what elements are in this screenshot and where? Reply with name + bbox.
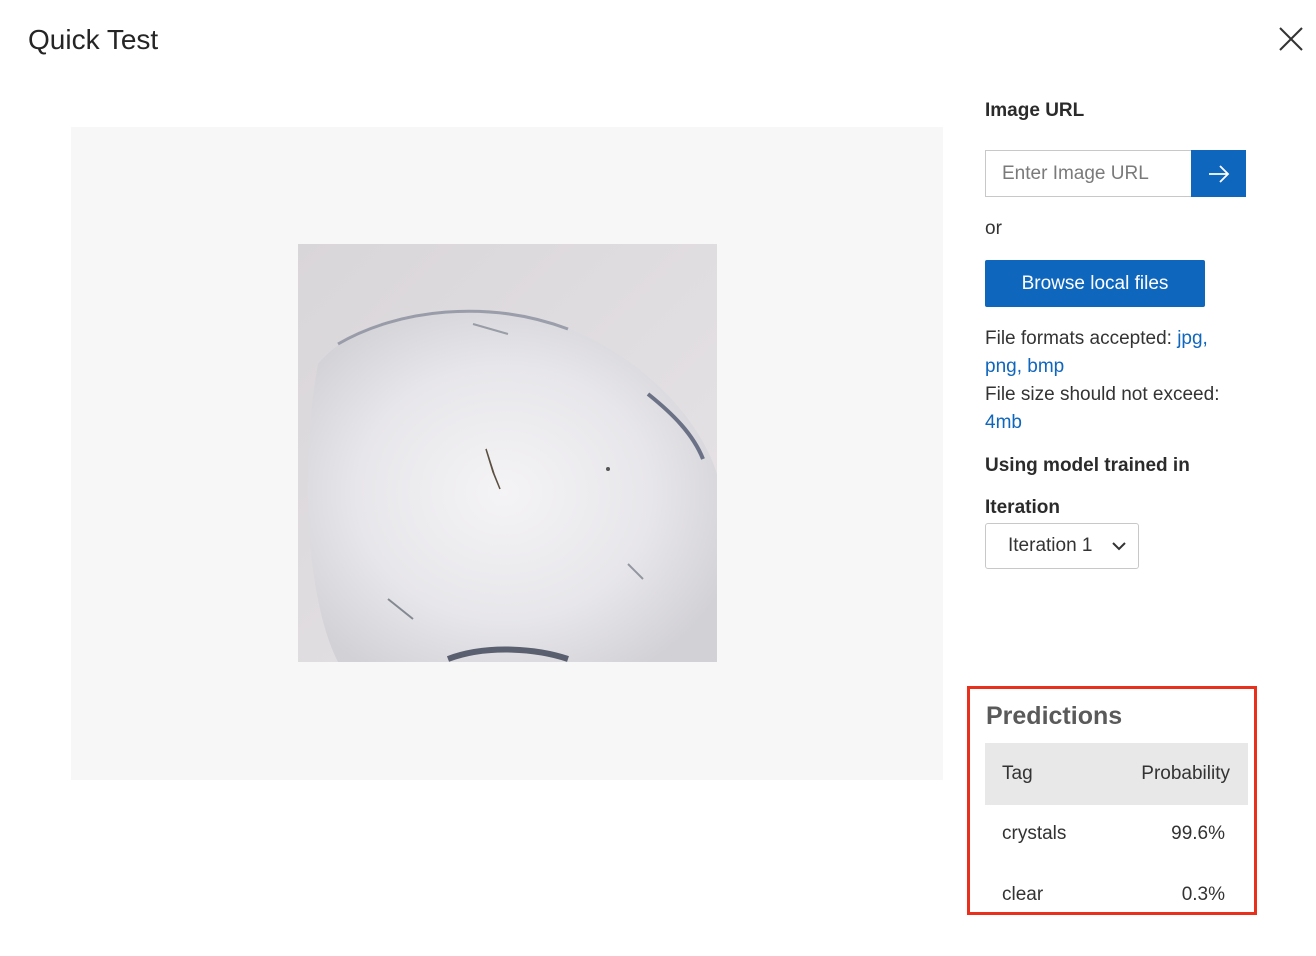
row-probability: 0.3%	[1181, 884, 1225, 905]
column-header-probability: Probability	[1141, 763, 1230, 784]
file-requirements: File formats accepted: jpg, png, bmp Fil…	[985, 325, 1235, 437]
table-row: crystals 99.6%	[985, 823, 1248, 863]
or-text: or	[985, 218, 1002, 239]
browse-local-files-button[interactable]: Browse local files	[985, 260, 1205, 307]
model-label: Using model trained in	[985, 455, 1190, 476]
predictions-panel: Predictions Tag Probability crystals 99.…	[967, 686, 1257, 915]
predictions-table-header: Tag Probability	[985, 743, 1248, 805]
size-label: File size should not exceed:	[985, 384, 1220, 405]
submit-url-button[interactable]	[1191, 150, 1246, 197]
test-image	[298, 244, 717, 662]
size-value: 4mb	[985, 412, 1022, 433]
image-url-label: Image URL	[985, 100, 1085, 121]
image-url-row	[985, 150, 1246, 197]
iteration-selected-value: Iteration 1	[1008, 535, 1093, 556]
chevron-down-icon	[1112, 542, 1126, 551]
image-preview-panel	[71, 127, 943, 780]
dialog-title: Quick Test	[28, 24, 159, 55]
formats-label: File formats accepted:	[985, 328, 1178, 349]
iteration-select[interactable]: Iteration 1	[985, 523, 1139, 569]
close-icon	[1279, 27, 1303, 51]
iteration-label: Iteration	[985, 497, 1060, 518]
row-tag: clear	[1002, 884, 1044, 905]
column-header-tag: Tag	[1002, 763, 1033, 784]
image-url-input[interactable]	[985, 150, 1191, 197]
row-tag: crystals	[1002, 823, 1067, 844]
predictions-title: Predictions	[986, 702, 1123, 730]
row-probability: 99.6%	[1171, 823, 1225, 844]
quick-test-dialog: Quick Test Image URL Enter Image URL or …	[0, 0, 1316, 956]
close-button[interactable]	[1276, 24, 1306, 54]
table-row: clear 0.3%	[985, 884, 1248, 924]
arrow-right-icon	[1208, 164, 1229, 183]
